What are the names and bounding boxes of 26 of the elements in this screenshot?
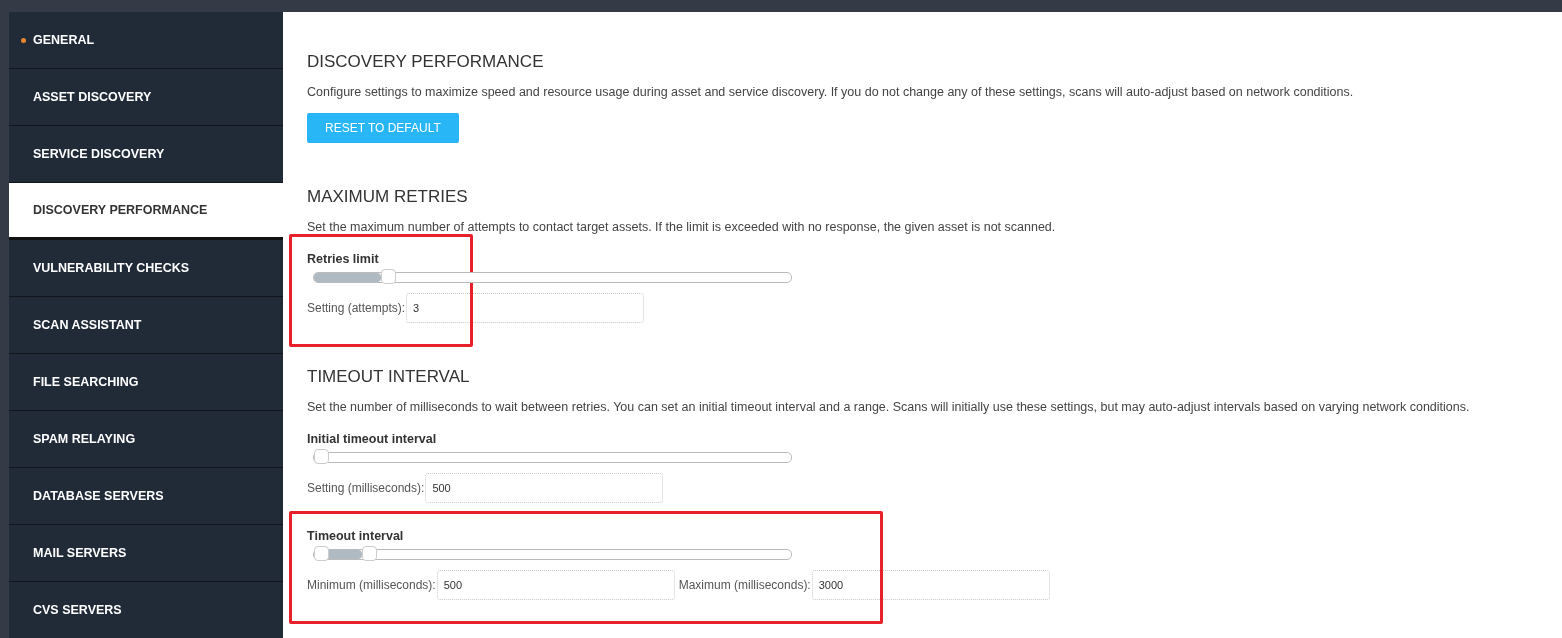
setting-label: Timeout interval <box>307 529 405 543</box>
slider-track[interactable] <box>313 452 792 463</box>
input-field[interactable]: 500 <box>425 473 664 503</box>
field-label: Setting (attempts): <box>307 301 406 315</box>
section-description: Set the maximum number of attempts to contact target assets. If the limit is exceeded with no response, the given asset is not scanned. <box>307 220 1057 234</box>
section-title: DISCOVERY PERFORMANCE <box>307 52 545 72</box>
input-field[interactable]: 500 <box>436 570 675 600</box>
sidebar-item[interactable]: DISCOVERY PERFORMANCE <box>9 183 283 240</box>
slider-track[interactable] <box>313 272 792 283</box>
slider-fill <box>314 273 381 282</box>
setting-label: Retries limit <box>307 252 380 266</box>
section-title: MAXIMUM RETRIES <box>307 187 469 207</box>
slider-thumb[interactable] <box>314 449 329 464</box>
field-label: Maximum (milliseconds): <box>678 578 811 592</box>
section-title: TIMEOUT INTERVAL <box>307 367 471 387</box>
field-label: Minimum (milliseconds): <box>307 578 436 592</box>
slider-thumb[interactable] <box>314 546 329 561</box>
field-label: Setting (milliseconds): <box>307 481 425 495</box>
slider-track[interactable] <box>313 549 792 560</box>
slider-thumb[interactable] <box>380 269 396 284</box>
input-field[interactable]: 3 <box>406 293 645 323</box>
slider-thumb[interactable] <box>361 546 377 561</box>
input-field[interactable]: 3000 <box>811 570 1050 600</box>
section-description: Configure settings to maximize speed and resource usage during asset and service discovery. If you do not change any of these settings, scans will auto-adjust based on network conditions. <box>307 85 1355 99</box>
setting-label: Initial timeout interval <box>307 432 438 446</box>
section-description: Set the number of milliseconds to wait between retries. You can set an initial timeout interval and a range. Scans will initially use these settings, but may auto-adjust intervals based on varying network conditions. <box>307 400 1471 414</box>
